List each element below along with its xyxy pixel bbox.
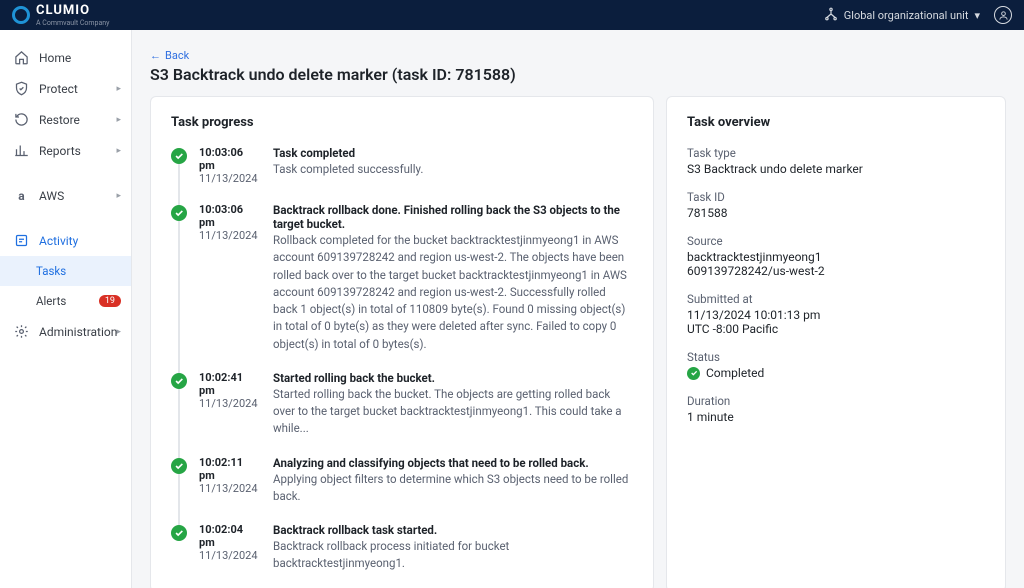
- nav-activity-label: Activity: [39, 234, 78, 248]
- nav-tasks-label: Tasks: [36, 264, 66, 278]
- event-body: Backtrack rollback done. Finished rollin…: [273, 203, 633, 353]
- main-content: ← Back S3 Backtrack undo delete marker (…: [132, 30, 1024, 588]
- activity-icon: [14, 233, 29, 248]
- chevron-right-icon: ▸: [116, 115, 121, 125]
- event-timestamp: 10:03:06 pm11/13/2024: [199, 146, 261, 185]
- chevron-right-icon: ▸: [116, 146, 121, 156]
- nav-administration-label: Administration: [39, 325, 117, 339]
- brand-name: CLUMIO: [36, 3, 109, 18]
- task-progress-title: Task progress: [171, 115, 633, 130]
- nav-tasks[interactable]: Tasks: [0, 256, 131, 286]
- event-timestamp: 10:02:04 pm11/13/2024: [199, 523, 261, 573]
- task-type-label: Task type: [687, 146, 985, 160]
- timeline-event: 10:02:04 pm11/13/2024Backtrack rollback …: [171, 523, 633, 573]
- nav-activity[interactable]: Activity: [0, 225, 131, 256]
- event-timestamp: 10:02:41 pm11/13/2024: [199, 371, 261, 438]
- nav-aws[interactable]: a AWS ▸: [0, 180, 131, 211]
- logo-ring-icon: [12, 6, 30, 24]
- submitted-value-1: 11/13/2024 10:01:13 pm: [687, 308, 985, 322]
- restore-icon: [14, 112, 29, 127]
- status-text: Completed: [706, 366, 764, 380]
- back-link[interactable]: ← Back: [150, 49, 189, 62]
- nav-alerts[interactable]: Alerts 19: [0, 286, 131, 316]
- chevron-right-icon: ▸: [116, 84, 121, 94]
- aws-icon: a: [14, 188, 29, 203]
- nav-aws-label: AWS: [39, 189, 64, 203]
- submitted-value-2: UTC -8:00 Pacific: [687, 322, 985, 336]
- alerts-badge: 19: [99, 295, 121, 307]
- status-value: Completed: [687, 366, 985, 380]
- success-check-icon: [171, 458, 187, 474]
- source-value-1: backtracktestjinmyeong1: [687, 250, 985, 264]
- success-check-icon: [171, 373, 187, 389]
- event-timestamp: 10:02:11 pm11/13/2024: [199, 456, 261, 506]
- user-menu[interactable]: [994, 6, 1012, 24]
- event-body: Task completedTask completed successfull…: [273, 146, 423, 185]
- duration-value: 1 minute: [687, 410, 985, 424]
- event-body: Analyzing and classifying objects that n…: [273, 456, 633, 506]
- brand-subtitle: A Commvault Company: [36, 19, 109, 27]
- check-icon: [687, 367, 700, 380]
- event-body: Backtrack rollback task started.Backtrac…: [273, 523, 633, 573]
- org-unit-label: Global organizational unit: [844, 9, 969, 22]
- timeline-event: 10:03:06 pm11/13/2024 Task completedTask …: [171, 146, 633, 203]
- sidebar: Home Protect ▸ Restore ▸ Reports ▸ a AWS…: [0, 30, 132, 588]
- chevron-right-icon: ▸: [116, 327, 121, 337]
- task-type-value: S3 Backtrack undo delete marker: [687, 162, 985, 176]
- shield-icon: [14, 81, 29, 96]
- status-label: Status: [687, 350, 985, 364]
- org-unit-picker[interactable]: Global organizational unit ▾: [824, 7, 980, 24]
- task-overview-title: Task overview: [687, 115, 985, 130]
- chevron-right-icon: ▸: [116, 191, 121, 201]
- success-check-icon: [171, 525, 187, 541]
- timeline-event: 10:03:06 pm11/13/2024Backtrack rollback …: [171, 203, 633, 371]
- nav-restore-label: Restore: [39, 113, 80, 127]
- nav-home-label: Home: [39, 51, 71, 65]
- chevron-down-icon: ▾: [974, 9, 980, 22]
- org-tree-icon: [824, 7, 838, 24]
- nav-home[interactable]: Home: [0, 42, 131, 73]
- topbar: CLUMIO A Commvault Company Global organi…: [0, 0, 1024, 30]
- page-title: S3 Backtrack undo delete marker (task ID…: [150, 65, 1006, 84]
- success-check-icon: [171, 148, 187, 164]
- gear-icon: [14, 324, 29, 339]
- arrow-left-icon: ←: [150, 49, 161, 62]
- home-icon: [14, 50, 29, 65]
- back-label: Back: [165, 49, 189, 62]
- source-label: Source: [687, 234, 985, 248]
- brand-logo[interactable]: CLUMIO A Commvault Company: [12, 3, 109, 27]
- event-timestamp: 10:03:06 pm11/13/2024: [199, 203, 261, 353]
- timeline-event: 10:02:41 pm11/13/2024Started rolling bac…: [171, 371, 633, 456]
- nav-reports[interactable]: Reports ▸: [0, 135, 131, 166]
- nav-protect-label: Protect: [39, 82, 78, 96]
- nav-protect[interactable]: Protect ▸: [0, 73, 131, 104]
- task-progress-card: Task progress 10:03:06 pm11/13/2024 Task …: [150, 96, 654, 588]
- timeline: 10:03:06 pm11/13/2024 Task completedTask …: [171, 146, 633, 573]
- source-value-2: 609139728242/us-west-2: [687, 264, 985, 278]
- nav-reports-label: Reports: [39, 144, 81, 158]
- submitted-label: Submitted at: [687, 292, 985, 306]
- event-body: Started rolling back the bucket.Started …: [273, 371, 633, 438]
- duration-label: Duration: [687, 394, 985, 408]
- task-id-value: 781588: [687, 206, 985, 220]
- task-overview-card: Task overview Task type S3 Backtrack und…: [666, 96, 1006, 588]
- success-check-icon: [171, 205, 187, 221]
- nav-administration[interactable]: Administration ▸: [0, 316, 131, 347]
- bar-chart-icon: [14, 143, 29, 158]
- timeline-event: 10:02:11 pm11/13/2024Analyzing and class…: [171, 456, 633, 524]
- task-id-label: Task ID: [687, 190, 985, 204]
- nav-restore[interactable]: Restore ▸: [0, 104, 131, 135]
- nav-alerts-label: Alerts: [36, 294, 66, 308]
